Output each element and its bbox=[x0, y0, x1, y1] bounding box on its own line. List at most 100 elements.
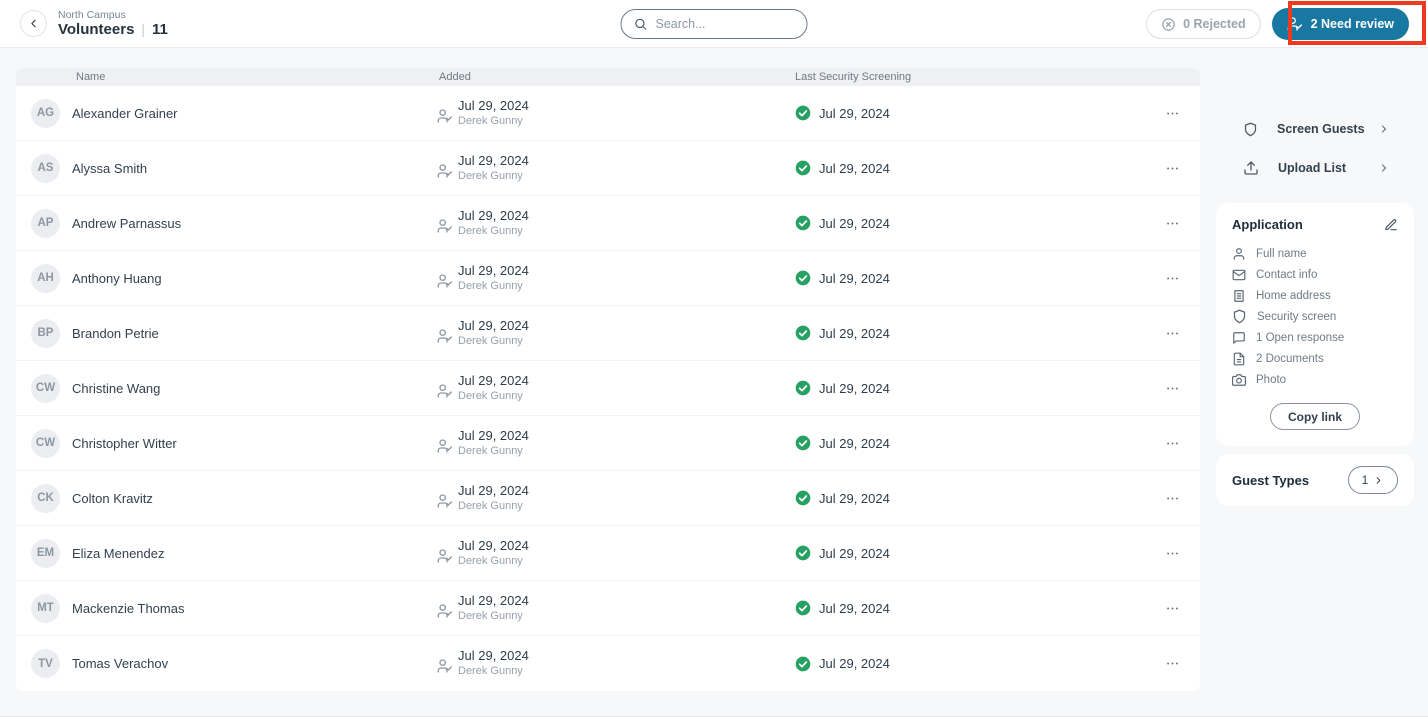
screening-date: Jul 29, 2024 bbox=[819, 435, 890, 451]
ellipsis-icon bbox=[1165, 491, 1180, 506]
table-row[interactable]: AG Alexander Grainer Jul 29, 2024 Derek … bbox=[16, 86, 1200, 141]
avatar: AG bbox=[31, 98, 60, 128]
search-input[interactable] bbox=[655, 17, 776, 31]
guest-types-button[interactable]: 1 bbox=[1348, 466, 1398, 494]
added-date: Jul 29, 2024 bbox=[458, 262, 529, 278]
top-bar: North Campus Volunteers | 11 0 Rejected … bbox=[0, 0, 1428, 48]
volunteer-name: Alyssa Smith bbox=[72, 160, 148, 176]
check-circle-icon bbox=[795, 325, 811, 341]
row-actions-button[interactable] bbox=[1144, 216, 1200, 231]
user-check-icon bbox=[437, 658, 453, 674]
table-row[interactable]: BP Brandon Petrie Jul 29, 2024 Derek Gun… bbox=[16, 306, 1200, 361]
avatar: CK bbox=[31, 483, 60, 513]
added-by: Derek Gunny bbox=[458, 554, 523, 567]
need-review-button[interactable]: 2 Need review bbox=[1271, 8, 1409, 40]
added-date: Jul 29, 2024 bbox=[458, 592, 529, 608]
screening-date: Jul 29, 2024 bbox=[819, 545, 890, 561]
building-icon bbox=[1232, 289, 1246, 303]
camera-icon bbox=[1232, 373, 1246, 387]
screening-date: Jul 29, 2024 bbox=[819, 380, 890, 396]
ellipsis-icon bbox=[1165, 656, 1180, 671]
avatar: CW bbox=[31, 428, 60, 458]
table-row[interactable]: AP Andrew Parnassus Jul 29, 2024 Derek G… bbox=[16, 196, 1200, 251]
screening-cell: Jul 29, 2024 bbox=[795, 105, 1144, 121]
need-review-button-label: 2 Need review bbox=[1310, 17, 1394, 31]
application-item-label: Photo bbox=[1256, 373, 1287, 386]
application-item-label: Security screen bbox=[1257, 310, 1337, 323]
table-row[interactable]: CK Colton Kravitz Jul 29, 2024 Derek Gun… bbox=[16, 471, 1200, 526]
guest-types-count: 1 bbox=[1361, 473, 1369, 487]
avatar-cell: AH bbox=[31, 263, 72, 293]
guest-types-card: Guest Types 1 bbox=[1216, 454, 1414, 506]
table-row[interactable]: TV Tomas Verachov Jul 29, 2024 Derek Gun… bbox=[16, 636, 1200, 691]
chevron-right-icon bbox=[1378, 162, 1390, 174]
application-item-label: Full name bbox=[1256, 247, 1307, 260]
screening-cell: Jul 29, 2024 bbox=[795, 545, 1144, 561]
added-cell: Jul 29, 2024 Derek Gunny bbox=[437, 428, 795, 459]
row-actions-button[interactable] bbox=[1144, 491, 1200, 506]
avatar-cell: EM bbox=[31, 538, 72, 568]
screening-cell: Jul 29, 2024 bbox=[795, 380, 1144, 396]
volunteer-name: Alexander Grainer bbox=[72, 105, 178, 121]
guest-types-title: Guest Types bbox=[1232, 472, 1310, 488]
circle-x-icon bbox=[1161, 17, 1176, 32]
table-header-row: Name Added Last Security Screening bbox=[16, 68, 1200, 86]
rejected-button-label: 0 Rejected bbox=[1183, 17, 1246, 31]
added-date: Jul 29, 2024 bbox=[458, 427, 529, 443]
screening-date: Jul 29, 2024 bbox=[819, 270, 890, 286]
sidebar-action[interactable]: Upload List bbox=[1216, 156, 1414, 180]
application-card: Application Full name Contact info Home … bbox=[1216, 203, 1414, 446]
row-actions-button[interactable] bbox=[1144, 326, 1200, 341]
row-actions-button[interactable] bbox=[1144, 546, 1200, 561]
added-cell: Jul 29, 2024 Derek Gunny bbox=[437, 98, 795, 129]
avatar: MT bbox=[31, 593, 60, 623]
added-cell: Jul 29, 2024 Derek Gunny bbox=[437, 373, 795, 404]
table-row[interactable]: AH Anthony Huang Jul 29, 2024 Derek Gunn… bbox=[16, 251, 1200, 306]
edit-application-button[interactable] bbox=[1384, 218, 1398, 232]
screening-cell: Jul 29, 2024 bbox=[795, 600, 1144, 616]
copy-link-button[interactable]: Copy link bbox=[1269, 403, 1360, 430]
ellipsis-icon bbox=[1165, 546, 1180, 561]
volunteer-name: Andrew Parnassus bbox=[72, 215, 182, 231]
avatar: AS bbox=[31, 153, 60, 183]
avatar: TV bbox=[31, 649, 60, 678]
volunteer-name: Colton Kravitz bbox=[72, 490, 153, 506]
ellipsis-icon bbox=[1165, 106, 1180, 121]
row-actions-button[interactable] bbox=[1144, 271, 1200, 286]
added-date: Jul 29, 2024 bbox=[458, 372, 529, 388]
added-cell: Jul 29, 2024 Derek Gunny bbox=[437, 263, 795, 294]
row-actions-button[interactable] bbox=[1144, 601, 1200, 616]
page-title: Volunteers bbox=[58, 20, 135, 38]
person-icon bbox=[1232, 247, 1246, 261]
table-row[interactable]: CW Christine Wang Jul 29, 2024 Derek Gun… bbox=[16, 361, 1200, 416]
search-bar[interactable] bbox=[620, 9, 808, 39]
ellipsis-icon bbox=[1165, 271, 1180, 286]
added-date: Jul 29, 2024 bbox=[458, 537, 529, 553]
application-item: Home address bbox=[1232, 285, 1398, 306]
row-actions-button[interactable] bbox=[1144, 106, 1200, 121]
row-actions-button[interactable] bbox=[1144, 161, 1200, 176]
avatar-cell: AG bbox=[31, 98, 72, 128]
added-date: Jul 29, 2024 bbox=[458, 482, 529, 498]
row-actions-button[interactable] bbox=[1144, 436, 1200, 451]
check-circle-icon bbox=[795, 435, 811, 451]
application-item: 2 Documents bbox=[1232, 348, 1398, 369]
check-circle-icon bbox=[795, 656, 811, 672]
back-button[interactable] bbox=[20, 10, 47, 37]
row-actions-button[interactable] bbox=[1144, 656, 1200, 671]
screening-cell: Jul 29, 2024 bbox=[795, 325, 1144, 341]
sidebar-action[interactable]: Screen Guests bbox=[1216, 117, 1414, 141]
table-row[interactable]: EM Eliza Menendez Jul 29, 2024 Derek Gun… bbox=[16, 526, 1200, 581]
table-row[interactable]: MT Mackenzie Thomas Jul 29, 2024 Derek G… bbox=[16, 581, 1200, 636]
volunteer-name: Mackenzie Thomas bbox=[72, 600, 185, 616]
avatar-cell: CW bbox=[31, 373, 72, 403]
rejected-button[interactable]: 0 Rejected bbox=[1146, 9, 1261, 39]
added-by: Derek Gunny bbox=[458, 389, 523, 402]
row-actions-button[interactable] bbox=[1144, 381, 1200, 396]
application-item-label: Home address bbox=[1256, 289, 1331, 302]
table-row[interactable]: AS Alyssa Smith Jul 29, 2024 Derek Gunny… bbox=[16, 141, 1200, 196]
table-row[interactable]: CW Christopher Witter Jul 29, 2024 Derek… bbox=[16, 416, 1200, 471]
avatar: EM bbox=[31, 538, 60, 568]
volunteer-name: Christine Wang bbox=[72, 380, 161, 396]
added-cell: Jul 29, 2024 Derek Gunny bbox=[437, 318, 795, 349]
